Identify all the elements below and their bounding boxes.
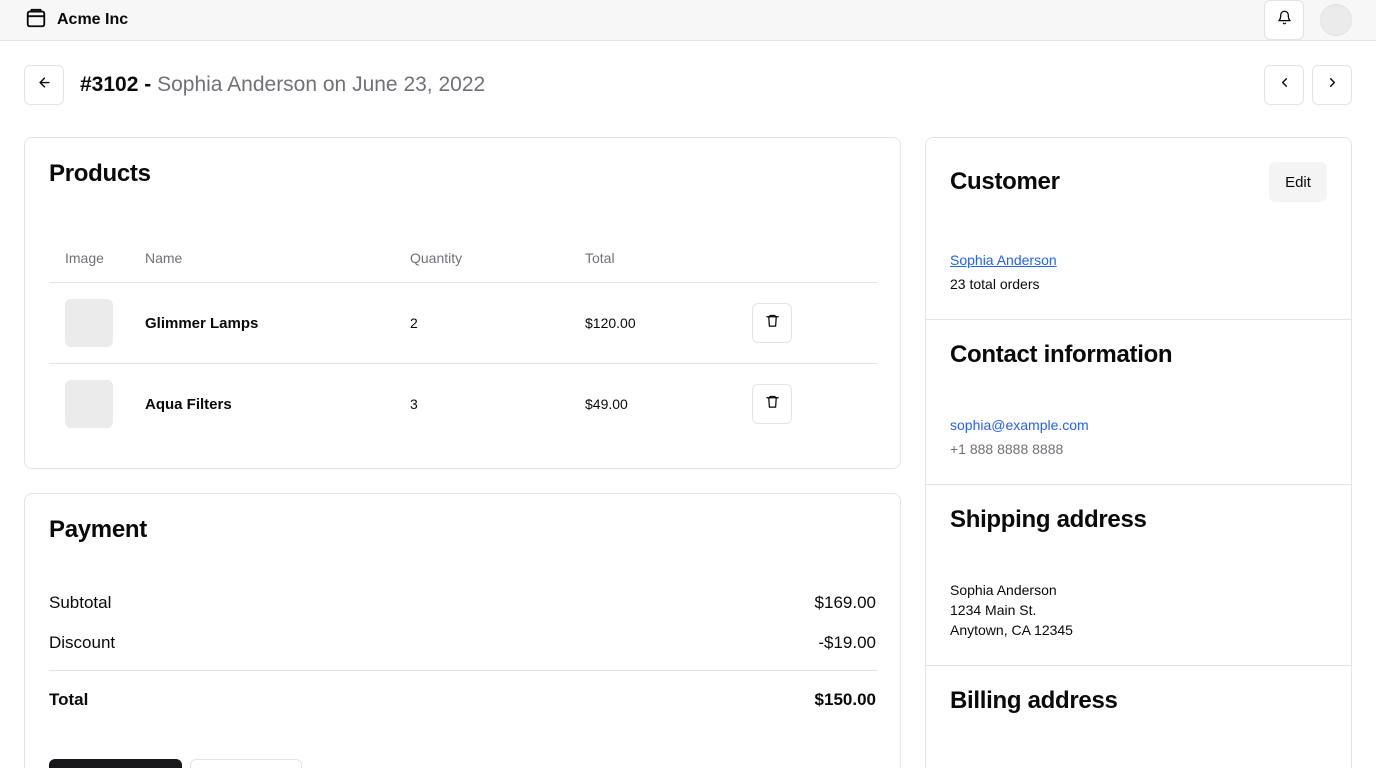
delete-product-button[interactable]	[752, 303, 792, 343]
product-name: Glimmer Lamps	[145, 315, 259, 332]
subtotal-label: Subtotal	[49, 593, 112, 612]
product-image	[65, 299, 113, 347]
product-image	[65, 380, 113, 428]
secondary-action-button[interactable]	[190, 759, 302, 768]
product-total: $49.00	[585, 396, 628, 412]
arrow-left-icon	[37, 75, 52, 95]
edit-customer-button[interactable]: Edit	[1269, 162, 1327, 202]
primary-action-button[interactable]	[49, 759, 182, 768]
contact-phone: +1 888 8888 8888	[950, 441, 1064, 457]
products-card: Products Image Name Quantity Total Glimm…	[24, 137, 901, 469]
brand-name: Acme Inc	[57, 11, 129, 28]
shipping-city: Anytown, CA 12345	[950, 622, 1073, 638]
discount-value: -$19.00	[818, 633, 876, 652]
payment-title: Payment	[49, 516, 147, 543]
total-value: $150.00	[814, 690, 876, 709]
product-quantity: 3	[410, 396, 418, 412]
bell-icon	[1277, 10, 1292, 30]
product-total: $120.00	[585, 315, 636, 331]
billing-title: Billing address	[950, 687, 1118, 714]
notifications-button[interactable]	[1264, 0, 1304, 40]
package-icon	[25, 7, 47, 34]
chevron-right-icon	[1325, 75, 1340, 95]
column-header-name: Name	[145, 250, 183, 266]
trash-icon	[765, 394, 780, 414]
section-divider	[926, 665, 1351, 666]
next-order-button[interactable]	[1312, 65, 1352, 105]
back-button[interactable]	[24, 65, 64, 105]
product-quantity: 2	[410, 315, 418, 331]
title-separator: -	[138, 73, 158, 96]
discount-label: Discount	[49, 633, 116, 652]
customer-name-link[interactable]: Sophia Anderson	[950, 250, 1057, 270]
brand[interactable]: Acme Inc	[25, 7, 129, 34]
row-divider	[49, 282, 877, 283]
chevron-left-icon	[1277, 75, 1292, 95]
contact-email-link[interactable]: sophia@example.com	[950, 415, 1089, 435]
column-header-quantity: Quantity	[410, 250, 463, 266]
page-title: #3102 - Sophia Anderson on June 23, 2022	[80, 72, 485, 98]
customer-order-count: 23 total orders	[950, 276, 1040, 292]
shipping-street: 1234 Main St.	[950, 602, 1037, 618]
payment-divider	[49, 670, 877, 671]
contact-title: Contact information	[950, 341, 1173, 368]
subtotal-value: $169.00	[814, 593, 876, 612]
order-subtitle: Sophia Anderson on June 23, 2022	[157, 73, 486, 96]
section-divider	[926, 484, 1351, 485]
customer-details-card: Customer Edit Sophia Anderson 23 total o…	[925, 137, 1352, 768]
product-name: Aqua Filters	[145, 396, 232, 413]
customer-title: Customer	[950, 168, 1060, 195]
delete-product-button[interactable]	[752, 384, 792, 424]
column-header-total: Total	[585, 250, 615, 266]
trash-icon	[765, 313, 780, 333]
row-divider	[49, 363, 877, 364]
top-bar: Acme Inc	[0, 0, 1376, 41]
total-label: Total	[49, 690, 89, 709]
column-header-image: Image	[65, 250, 104, 266]
products-title: Products	[49, 160, 151, 187]
user-avatar[interactable]	[1320, 4, 1352, 36]
section-divider	[926, 319, 1351, 320]
payment-card: Payment Subtotal $169.00 Discount -$19.0…	[24, 493, 901, 768]
order-number: #3102	[80, 73, 139, 96]
shipping-name: Sophia Anderson	[950, 582, 1057, 598]
shipping-title: Shipping address	[950, 506, 1147, 533]
previous-order-button[interactable]	[1264, 65, 1304, 105]
